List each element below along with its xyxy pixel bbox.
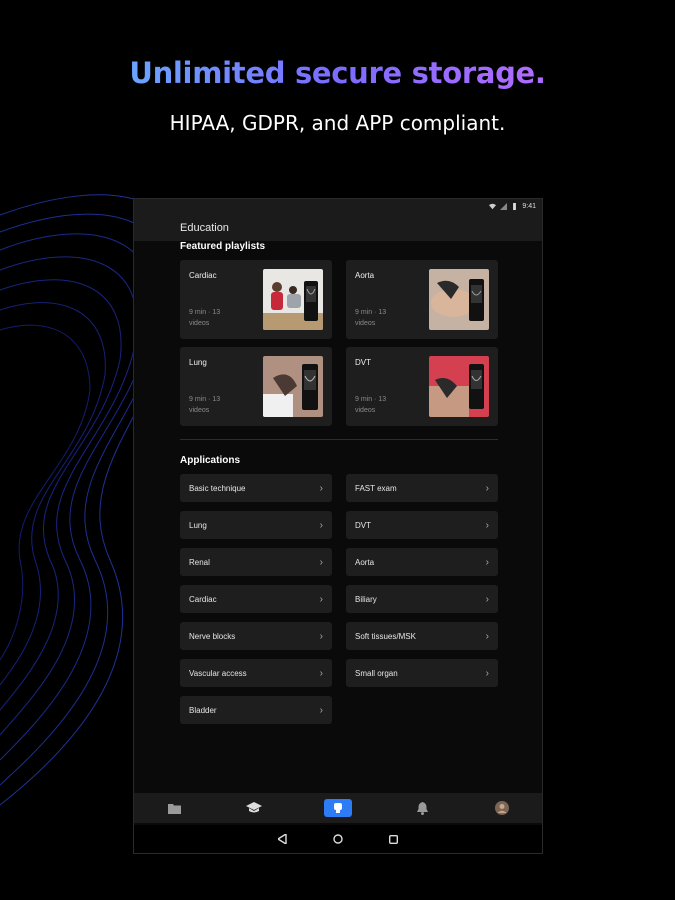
probe-icon bbox=[334, 803, 342, 813]
app-bar: Education bbox=[134, 214, 542, 241]
application-soft-tissues-msk[interactable]: Soft tissues/MSK › bbox=[346, 622, 498, 650]
playlist-thumbnail bbox=[263, 269, 323, 330]
status-time: 9:41 bbox=[522, 203, 536, 210]
playlist-meta: 9 min · 13 videos bbox=[189, 309, 221, 327]
playlist-card-dvt[interactable]: DVT 9 min · 13 videos bbox=[346, 347, 498, 426]
bottom-navigation bbox=[134, 793, 542, 823]
application-nerve-blocks[interactable]: Nerve blocks › bbox=[180, 622, 332, 650]
chevron-right-icon: › bbox=[319, 593, 323, 605]
playlist-title: Lung bbox=[189, 358, 207, 367]
applications-list: Basic technique › FAST exam › Lung › DVT › R… bbox=[180, 474, 498, 734]
chevron-right-icon: › bbox=[319, 556, 323, 568]
playlist-title: Cardiac bbox=[189, 271, 217, 280]
playlist-meta: 9 min · 13 videos bbox=[189, 396, 221, 414]
application-lung[interactable]: Lung › bbox=[180, 511, 332, 539]
nav-profile[interactable] bbox=[492, 798, 512, 818]
application-biliary[interactable]: Biliary › bbox=[346, 585, 498, 613]
system-navigation bbox=[134, 825, 542, 853]
chevron-right-icon: › bbox=[485, 519, 489, 531]
playlist-title: DVT bbox=[355, 358, 371, 367]
application-small-organ[interactable]: Small organ › bbox=[346, 659, 498, 687]
bell-icon bbox=[416, 801, 428, 815]
graduation-cap-icon bbox=[246, 802, 262, 813]
playlist-thumbnail bbox=[429, 269, 489, 330]
back-icon[interactable] bbox=[278, 834, 287, 844]
nav-education[interactable] bbox=[244, 798, 264, 818]
chevron-right-icon: › bbox=[485, 667, 489, 679]
application-label: Aorta bbox=[355, 557, 375, 567]
recents-icon[interactable] bbox=[389, 834, 398, 844]
application-label: DVT bbox=[355, 520, 371, 530]
application-label: Cardiac bbox=[189, 594, 217, 604]
application-label: Bladder bbox=[189, 705, 217, 715]
page-title: Education bbox=[180, 221, 229, 234]
signal-icon bbox=[500, 203, 508, 210]
tablet-screen: 9:41 Education Featured playlists Cardia… bbox=[133, 198, 543, 854]
headline: Unlimited secure storage. bbox=[129, 56, 546, 90]
chevron-right-icon: › bbox=[485, 630, 489, 642]
battery-icon bbox=[513, 203, 517, 210]
chevron-right-icon: › bbox=[319, 519, 323, 531]
application-bladder[interactable]: Bladder › bbox=[180, 696, 332, 724]
application-label: Basic technique bbox=[189, 483, 246, 493]
playlist-meta: 9 min · 13 videos bbox=[355, 396, 387, 414]
application-label: Renal bbox=[189, 557, 210, 567]
playlist-card-lung[interactable]: Lung 9 min · 13 videos bbox=[180, 347, 332, 426]
playlist-meta: 9 min · 13 videos bbox=[355, 309, 387, 327]
application-label: FAST exam bbox=[355, 483, 397, 493]
application-aorta[interactable]: Aorta › bbox=[346, 548, 498, 576]
nav-probe[interactable] bbox=[324, 799, 352, 817]
application-dvt[interactable]: DVT › bbox=[346, 511, 498, 539]
subheadline: HIPAA, GDPR, and APP compliant. bbox=[169, 111, 506, 135]
application-label: Nerve blocks bbox=[189, 631, 236, 641]
playlist-thumbnail bbox=[429, 356, 489, 417]
application-label: Biliary bbox=[355, 594, 377, 604]
chevron-right-icon: › bbox=[319, 704, 323, 716]
chevron-right-icon: › bbox=[319, 630, 323, 642]
chevron-right-icon: › bbox=[485, 593, 489, 605]
application-label: Soft tissues/MSK bbox=[355, 631, 416, 641]
chevron-right-icon: › bbox=[485, 482, 489, 494]
applications-title: Applications bbox=[180, 455, 241, 466]
application-basic-technique[interactable]: Basic technique › bbox=[180, 474, 332, 502]
chevron-right-icon: › bbox=[485, 556, 489, 568]
folder-icon bbox=[167, 803, 181, 814]
playlist-card-aorta[interactable]: Aorta 9 min · 13 videos bbox=[346, 260, 498, 339]
chevron-right-icon: › bbox=[319, 482, 323, 494]
playlist-title: Aorta bbox=[355, 271, 375, 280]
playlist-thumbnail bbox=[263, 356, 323, 417]
application-label: Vascular access bbox=[189, 668, 247, 678]
status-bar: 9:41 bbox=[134, 199, 542, 214]
application-vascular-access[interactable]: Vascular access › bbox=[180, 659, 332, 687]
avatar bbox=[495, 801, 509, 815]
nav-notifications[interactable] bbox=[412, 798, 432, 818]
featured-playlists-title: Featured playlists bbox=[180, 241, 266, 252]
application-renal[interactable]: Renal › bbox=[180, 548, 332, 576]
playlist-card-cardiac[interactable]: Cardiac 9 min · 13 videos bbox=[180, 260, 332, 339]
wifi-icon bbox=[489, 203, 497, 210]
nav-folder[interactable] bbox=[164, 798, 184, 818]
chevron-right-icon: › bbox=[319, 667, 323, 679]
application-label: Lung bbox=[189, 520, 207, 530]
application-fast-exam[interactable]: FAST exam › bbox=[346, 474, 498, 502]
application-label: Small organ bbox=[355, 668, 398, 678]
home-icon[interactable] bbox=[333, 834, 343, 844]
section-divider bbox=[180, 439, 498, 440]
application-cardiac[interactable]: Cardiac › bbox=[180, 585, 332, 613]
